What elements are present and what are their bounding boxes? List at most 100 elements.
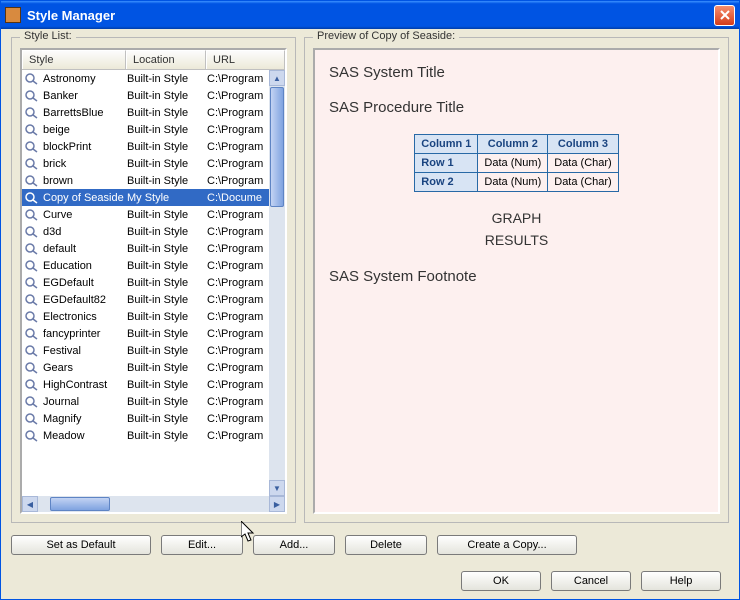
add-button[interactable]: Add... xyxy=(253,535,335,555)
preview-system-title: SAS System Title xyxy=(329,64,704,81)
scroll-right-button[interactable]: ▶ xyxy=(269,496,285,512)
preview-row1-c3: Data (Char) xyxy=(548,154,618,173)
horizontal-scrollbar[interactable]: ◀ ▶ xyxy=(22,496,285,512)
style-location: Built-in Style xyxy=(127,158,207,170)
style-location: Built-in Style xyxy=(127,396,207,408)
style-row[interactable]: brickBuilt-in StyleC:\Program xyxy=(22,155,269,172)
style-row[interactable]: BarrettsBlueBuilt-in StyleC:\Program xyxy=(22,104,269,121)
vertical-scrollbar[interactable]: ▲ ▼ xyxy=(269,70,285,496)
style-row[interactable]: GearsBuilt-in StyleC:\Program xyxy=(22,359,269,376)
scroll-thumb[interactable] xyxy=(270,87,284,207)
preview-label: Preview of Copy of Seaside: xyxy=(313,30,459,42)
style-name: brick xyxy=(43,158,127,170)
style-name: Magnify xyxy=(43,413,127,425)
style-row[interactable]: defaultBuilt-in StyleC:\Program xyxy=(22,240,269,257)
preview-row1-c2: Data (Num) xyxy=(478,154,548,173)
titlebar: Style Manager xyxy=(1,1,739,29)
style-row[interactable]: FestivalBuilt-in StyleC:\Program xyxy=(22,342,269,359)
magnify-icon xyxy=(24,89,40,103)
magnify-icon xyxy=(24,123,40,137)
create-copy-button[interactable]: Create a Copy... xyxy=(437,535,577,555)
preview-graph-label: GRAPH xyxy=(329,210,704,226)
style-name: BarrettsBlue xyxy=(43,107,127,119)
magnify-icon xyxy=(24,208,40,222)
header-location[interactable]: Location xyxy=(126,50,206,69)
magnify-icon xyxy=(24,191,40,205)
style-location: Built-in Style xyxy=(127,328,207,340)
style-url: C:\Program xyxy=(207,73,269,85)
style-row[interactable]: d3dBuilt-in StyleC:\Program xyxy=(22,223,269,240)
close-button[interactable] xyxy=(714,5,735,26)
style-url: C:\Docume xyxy=(207,192,269,204)
style-name: default xyxy=(43,243,127,255)
style-row[interactable]: MagnifyBuilt-in StyleC:\Program xyxy=(22,410,269,427)
style-manager-window: Style Manager Style List: Style Location… xyxy=(0,0,740,600)
preview-row1-h: Row 1 xyxy=(415,154,478,173)
list-rows: AstronomyBuilt-in StyleC:\ProgramBankerB… xyxy=(22,70,269,496)
style-row[interactable]: EducationBuilt-in StyleC:\Program xyxy=(22,257,269,274)
magnify-icon xyxy=(24,157,40,171)
set-default-button[interactable]: Set as Default xyxy=(11,535,151,555)
style-url: C:\Program xyxy=(207,243,269,255)
style-row[interactable]: BankerBuilt-in StyleC:\Program xyxy=(22,87,269,104)
style-location: Built-in Style xyxy=(127,379,207,391)
preview-footnote: SAS System Footnote xyxy=(329,268,704,285)
style-url: C:\Program xyxy=(207,277,269,289)
style-row[interactable]: brownBuilt-in StyleC:\Program xyxy=(22,172,269,189)
cancel-button[interactable]: Cancel xyxy=(551,571,631,591)
list-header: Style Location URL xyxy=(22,50,285,70)
scroll-left-button[interactable]: ◀ xyxy=(22,496,38,512)
style-row[interactable]: JournalBuilt-in StyleC:\Program xyxy=(22,393,269,410)
style-row[interactable]: blockPrintBuilt-in StyleC:\Program xyxy=(22,138,269,155)
ok-button[interactable]: OK xyxy=(461,571,541,591)
style-name: Astronomy xyxy=(43,73,127,85)
style-row[interactable]: CurveBuilt-in StyleC:\Program xyxy=(22,206,269,223)
style-location: Built-in Style xyxy=(127,345,207,357)
style-url: C:\Program xyxy=(207,175,269,187)
preview-row2-c3: Data (Char) xyxy=(548,173,618,192)
preview-col1: Column 1 xyxy=(415,135,478,154)
style-url: C:\Program xyxy=(207,260,269,272)
style-listbox[interactable]: Style Location URL AstronomyBuilt-in Sty… xyxy=(20,48,287,514)
hscroll-thumb[interactable] xyxy=(50,497,110,511)
style-name: Gears xyxy=(43,362,127,374)
window-title: Style Manager xyxy=(27,8,714,23)
style-name: Journal xyxy=(43,396,127,408)
header-style[interactable]: Style xyxy=(22,50,126,69)
style-row[interactable]: beigeBuilt-in StyleC:\Program xyxy=(22,121,269,138)
panels: Style List: Style Location URL Astronomy… xyxy=(11,37,729,523)
style-url: C:\Program xyxy=(207,328,269,340)
style-location: Built-in Style xyxy=(127,90,207,102)
style-row[interactable]: EGDefaultBuilt-in StyleC:\Program xyxy=(22,274,269,291)
style-name: Electronics xyxy=(43,311,127,323)
help-button[interactable]: Help xyxy=(641,571,721,591)
style-location: My Style xyxy=(127,192,207,204)
scroll-up-button[interactable]: ▲ xyxy=(269,70,285,86)
style-name: Copy of Seaside xyxy=(43,192,127,204)
scroll-down-button[interactable]: ▼ xyxy=(269,480,285,496)
preview-row2-c2: Data (Num) xyxy=(478,173,548,192)
style-name: Banker xyxy=(43,90,127,102)
magnify-icon xyxy=(24,293,40,307)
style-url: C:\Program xyxy=(207,362,269,374)
style-url: C:\Program xyxy=(207,379,269,391)
style-row[interactable]: EGDefault82Built-in StyleC:\Program xyxy=(22,291,269,308)
magnify-icon xyxy=(24,412,40,426)
style-url: C:\Program xyxy=(207,396,269,408)
style-row[interactable]: MeadowBuilt-in StyleC:\Program xyxy=(22,427,269,444)
header-url[interactable]: URL xyxy=(206,50,285,69)
style-row[interactable]: HighContrastBuilt-in StyleC:\Program xyxy=(22,376,269,393)
style-name: beige xyxy=(43,124,127,136)
style-row[interactable]: fancyprinterBuilt-in StyleC:\Program xyxy=(22,325,269,342)
style-name: Education xyxy=(43,260,127,272)
style-list-label: Style List: xyxy=(20,30,76,42)
delete-button[interactable]: Delete xyxy=(345,535,427,555)
magnify-icon xyxy=(24,344,40,358)
style-row[interactable]: AstronomyBuilt-in StyleC:\Program xyxy=(22,70,269,87)
style-url: C:\Program xyxy=(207,90,269,102)
edit-button[interactable]: Edit... xyxy=(161,535,243,555)
style-location: Built-in Style xyxy=(127,294,207,306)
action-buttons: Set as Default Edit... Add... Delete Cre… xyxy=(11,535,729,555)
style-row[interactable]: Copy of SeasideMy StyleC:\Docume xyxy=(22,189,269,206)
style-row[interactable]: ElectronicsBuilt-in StyleC:\Program xyxy=(22,308,269,325)
